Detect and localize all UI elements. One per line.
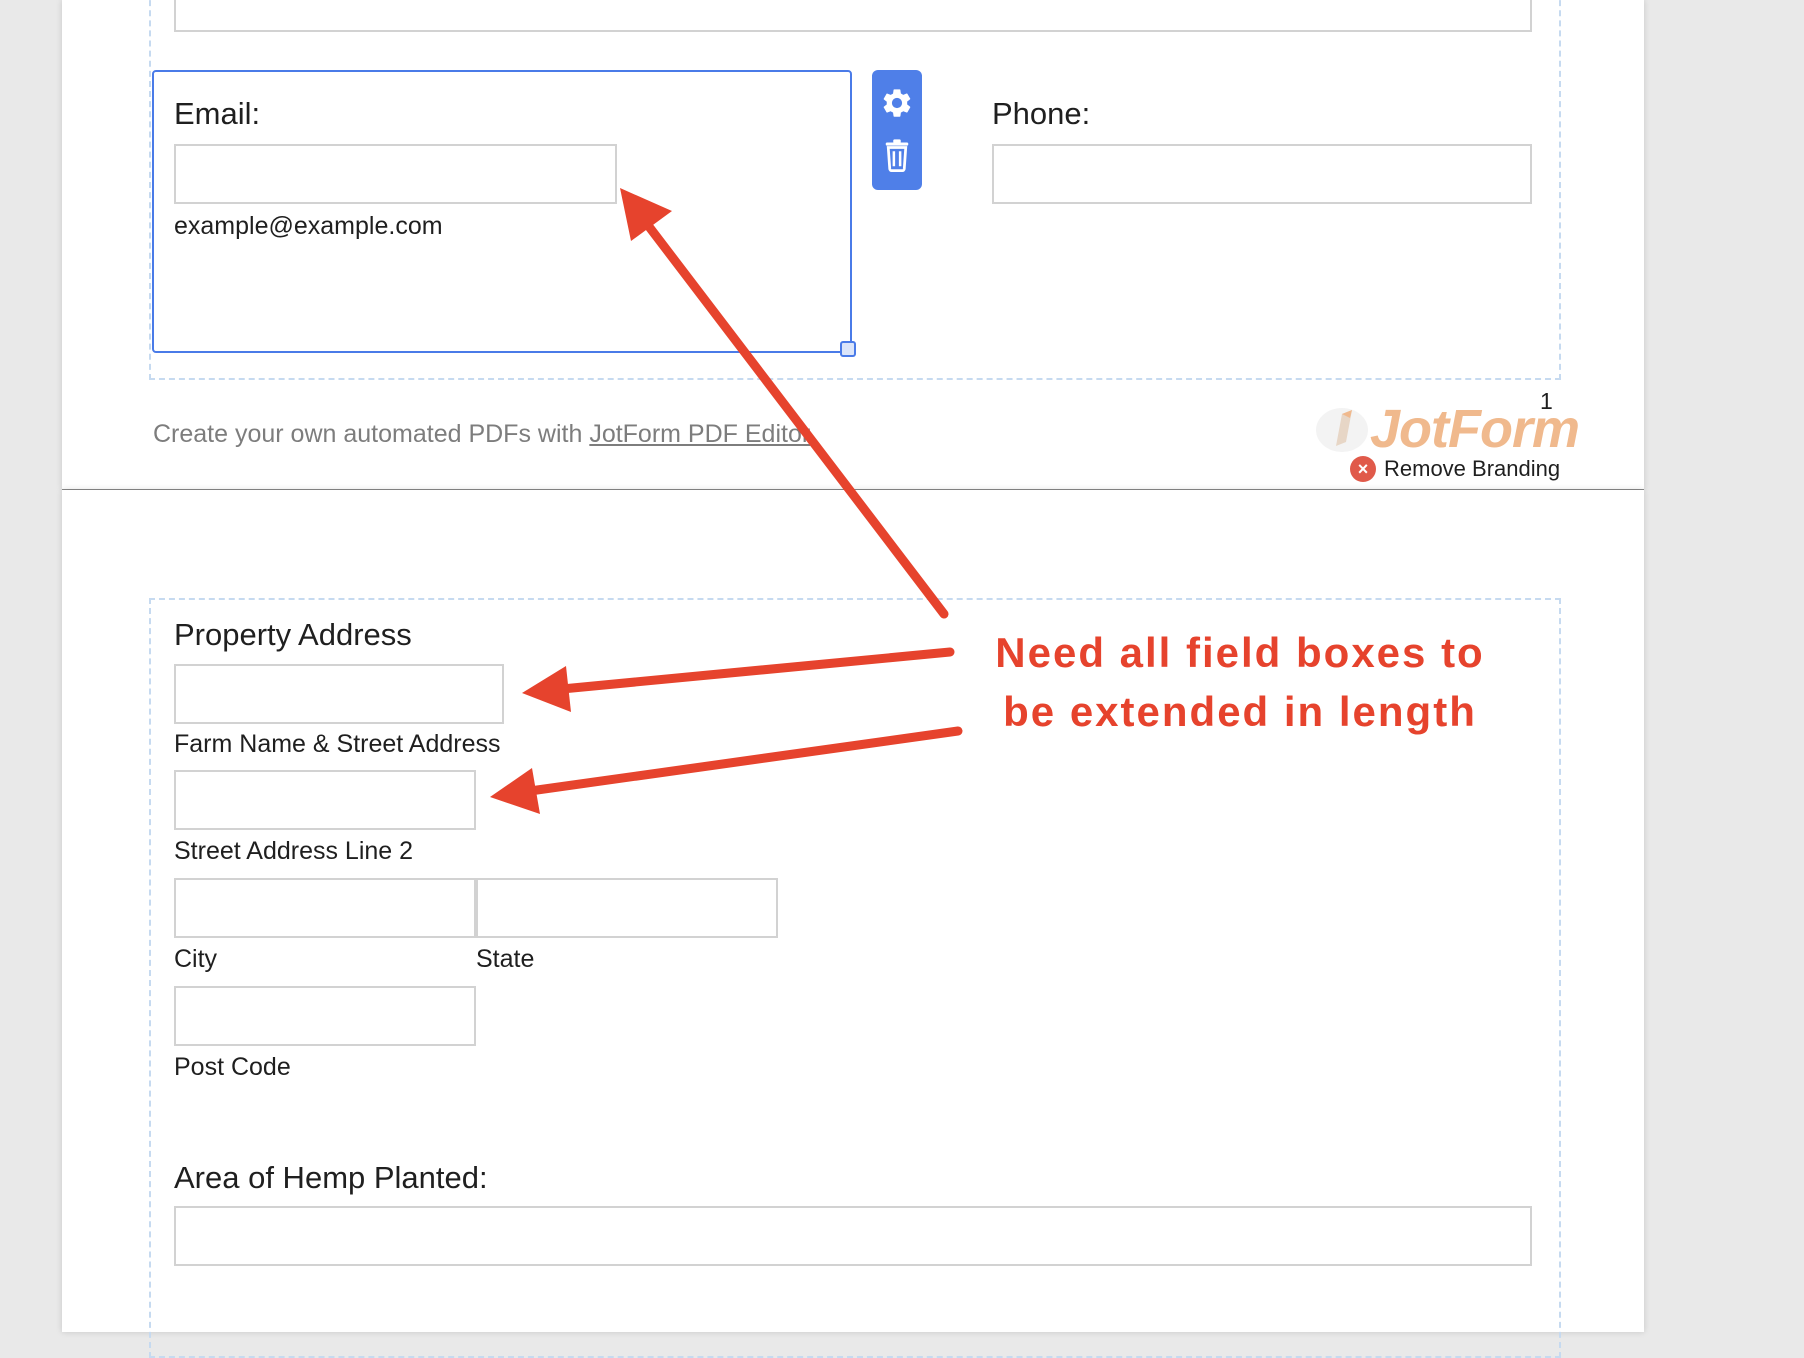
email-input[interactable] — [174, 144, 617, 204]
email-sublabel: example@example.com — [174, 212, 443, 240]
jotform-pdf-editor-link[interactable]: JotForm PDF Editor — [589, 420, 810, 448]
hemp-area-input[interactable] — [174, 1206, 1532, 1266]
street-line1-input[interactable] — [174, 664, 504, 724]
state-input[interactable] — [476, 878, 778, 938]
trash-icon — [885, 139, 909, 172]
gear-icon — [883, 89, 911, 117]
state-sublabel: State — [476, 945, 535, 973]
jotform-logo: JotForm — [1370, 399, 1580, 459]
street-line2-input[interactable] — [174, 770, 476, 830]
annotation-line-2: be extended in length — [1003, 688, 1477, 735]
settings-button[interactable] — [872, 78, 922, 128]
post-code-input[interactable] — [174, 986, 476, 1046]
remove-x-icon: × — [1350, 456, 1376, 482]
remove-branding-label: Remove Branding — [1384, 456, 1561, 481]
city-input[interactable] — [174, 878, 476, 938]
footer-promo-prefix: Create your own automated PDFs with — [153, 420, 590, 448]
pdf-page-2: Property Address Farm Name & Street Addr… — [62, 490, 1644, 1358]
annotation-note: Need all field boxes to be extended in l… — [960, 623, 1520, 741]
remove-branding-button[interactable]: × Remove Branding — [1350, 456, 1560, 482]
annotation-line-1: Need all field boxes to — [995, 629, 1485, 676]
resize-handle[interactable] — [840, 341, 856, 357]
email-label: Email: — [174, 96, 261, 131]
street-line1-sublabel: Farm Name & Street Address — [174, 730, 501, 758]
post-code-sublabel: Post Code — [174, 1053, 291, 1081]
street-line2-sublabel: Street Address Line 2 — [174, 837, 414, 865]
phone-input[interactable] — [992, 144, 1532, 204]
hemp-area-label: Area of Hemp Planted: — [174, 1160, 488, 1195]
element-toolbar — [872, 70, 922, 190]
phone-label: Phone: — [992, 96, 1091, 131]
delete-button[interactable] — [872, 130, 922, 180]
property-address-heading: Property Address — [174, 617, 412, 652]
jotform-pencil-icon — [1316, 408, 1368, 452]
city-sublabel: City — [174, 945, 218, 973]
pdf-page-1: Email: example@example.com Phone: Create… — [62, 0, 1644, 489]
footer-promo-text: Create your own automated PDFs with JotF… — [153, 420, 810, 449]
